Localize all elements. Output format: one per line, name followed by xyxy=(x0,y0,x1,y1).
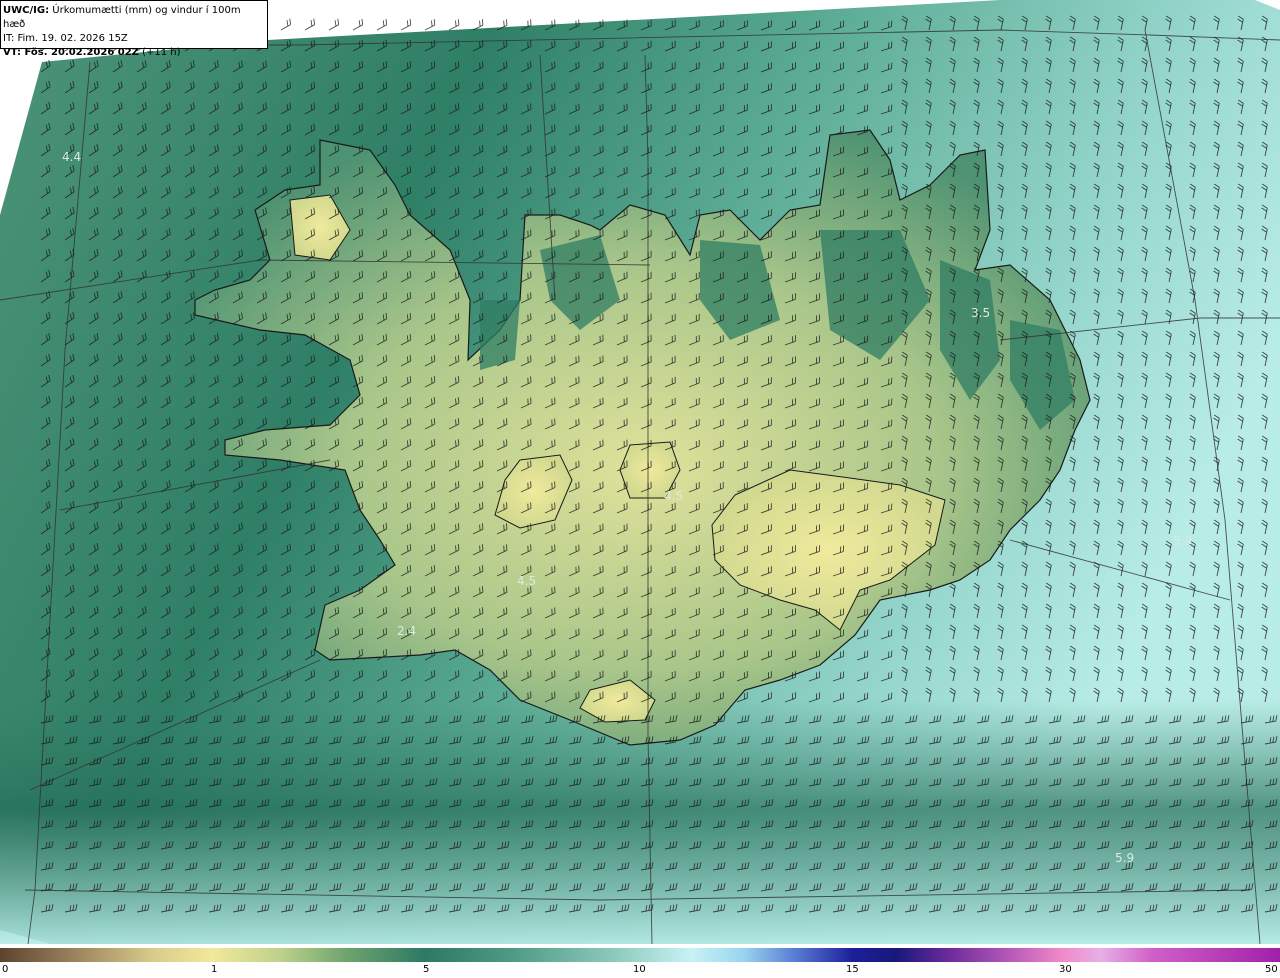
field-value-label: 4.5 xyxy=(664,489,684,503)
field-value-label: 4.4 xyxy=(62,150,82,164)
field-value-label: 2.4 xyxy=(397,624,417,638)
colorbar-ticks: 0 1 5 10 15 30 50 xyxy=(0,962,1280,978)
valid-time-line: VT: Fös. 20.02.2026 02Z (+11 h) xyxy=(3,46,265,60)
model-name: UWC/IG: xyxy=(3,5,50,16)
colorbar-tick: 15 xyxy=(846,964,859,975)
colorbar-tick: 50 xyxy=(1265,964,1278,975)
title-line: UWC/IG: Úrkomumætti (mm) og vindur í 100… xyxy=(3,4,265,32)
field-value-label: 5.9 xyxy=(1173,534,1193,548)
colorbar-tick: 30 xyxy=(1059,964,1072,975)
field-value-label: 5.9 xyxy=(1115,851,1135,865)
valid-time: VT: Fös. 20.02.2026 02Z xyxy=(3,47,139,58)
colorbar-tick: 1 xyxy=(211,964,218,975)
precipitation-colorbar xyxy=(0,948,1280,962)
issue-time: IT: Fim. 19. 02. 2026 15Z xyxy=(3,33,128,44)
field-value-label: 3.5 xyxy=(971,306,991,320)
colorbar-tick: 0 xyxy=(2,964,9,975)
lead-time: (+11 h) xyxy=(142,47,181,58)
colorbar-tick: 5 xyxy=(423,964,430,975)
map-title-box: UWC/IG: Úrkomumætti (mm) og vindur í 100… xyxy=(0,0,268,58)
field-value-label: 4.5 xyxy=(517,574,537,588)
forecast-map xyxy=(0,0,1280,945)
colorbar-tick: 10 xyxy=(633,964,646,975)
